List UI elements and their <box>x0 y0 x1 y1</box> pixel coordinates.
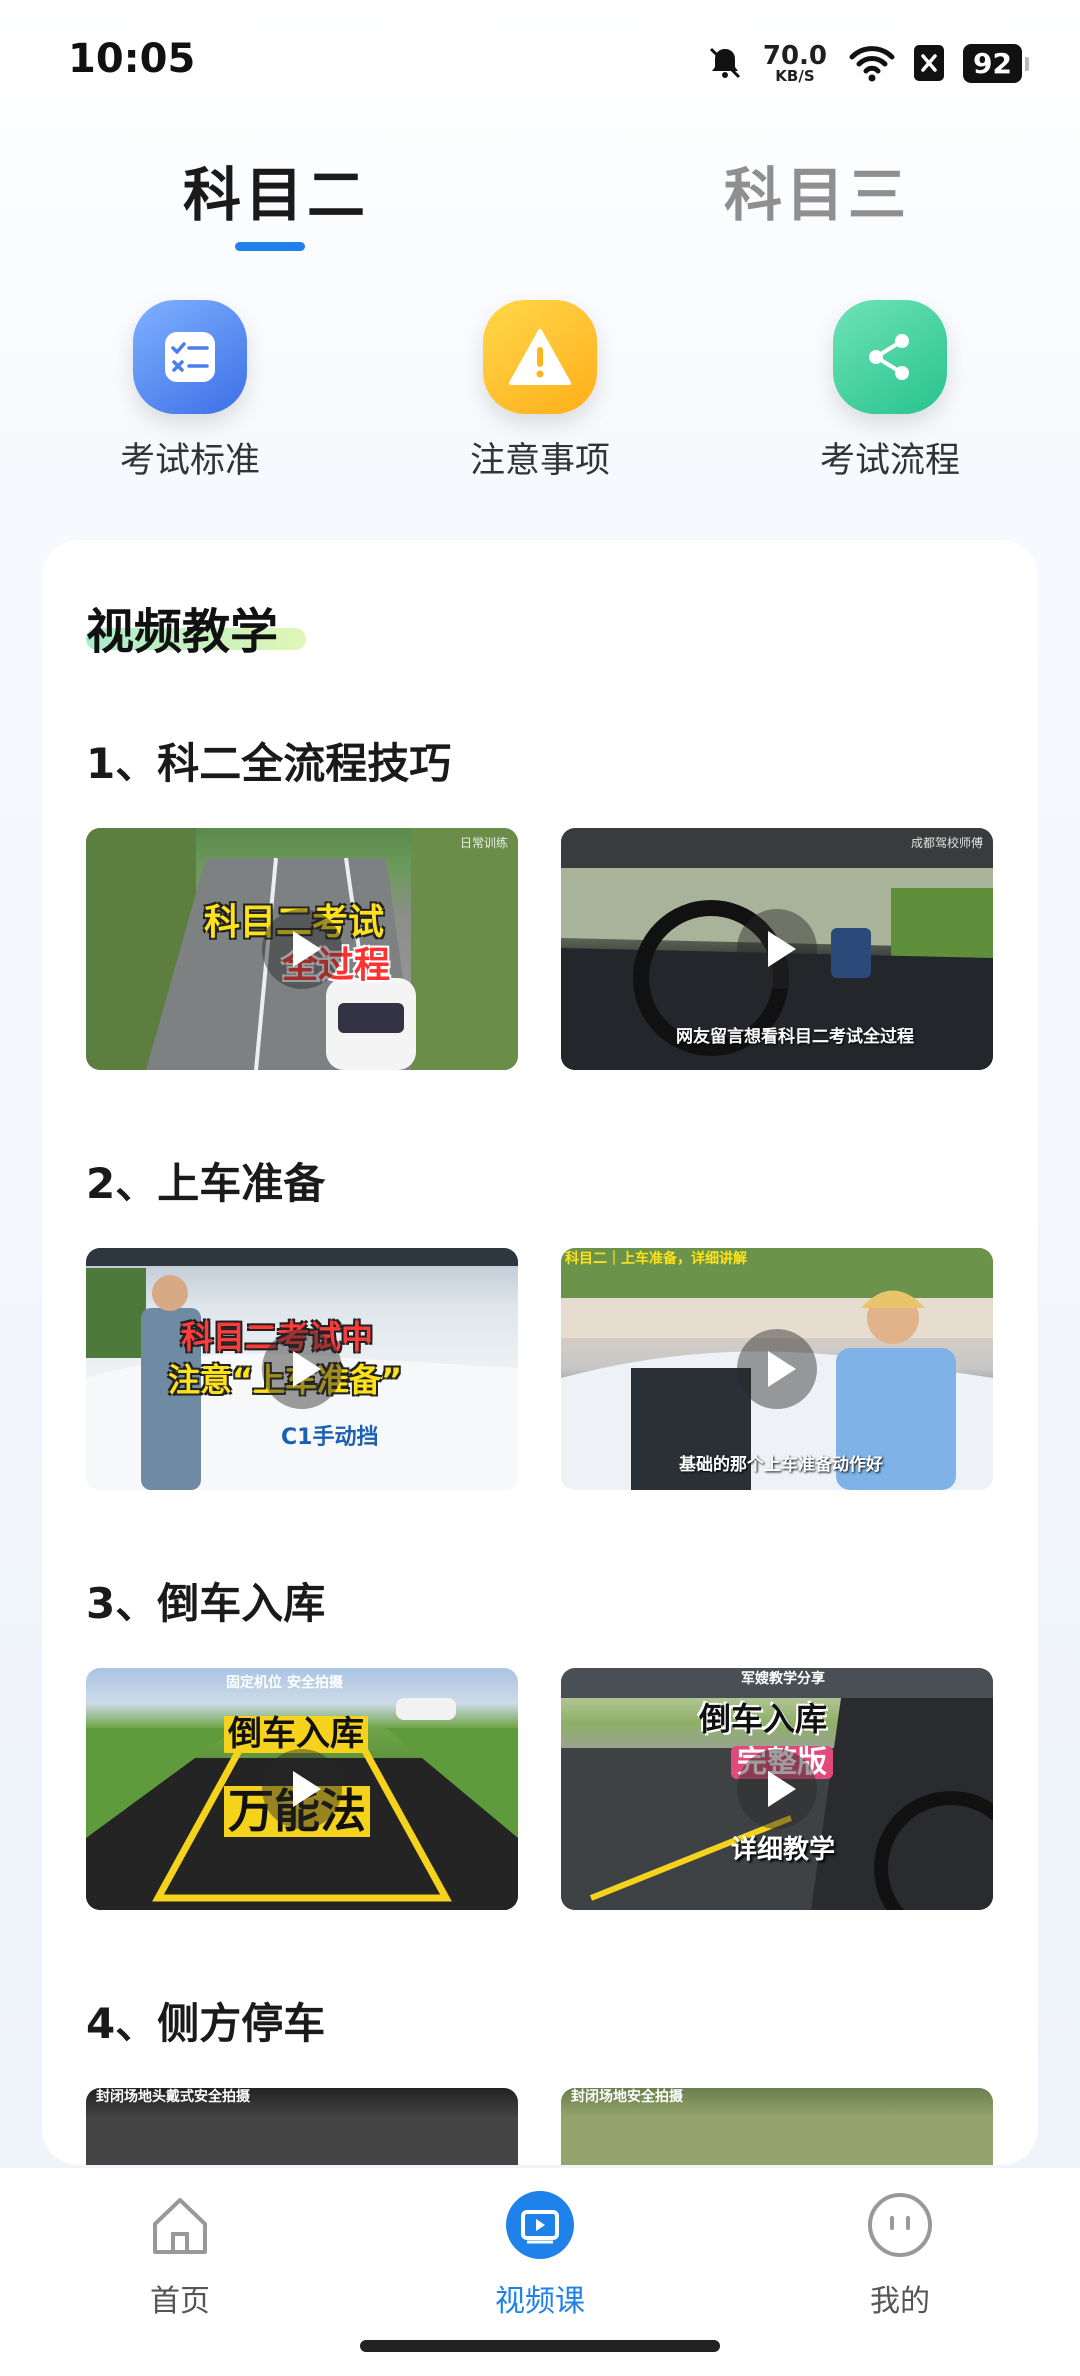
video-thumbnail[interactable]: 科目二｜上车准备，详细讲解 基础的那个上车准备动作好 <box>561 1248 993 1490</box>
profile-face-icon <box>868 2193 932 2257</box>
wifi-icon <box>849 46 895 82</box>
checklist-icon <box>133 300 247 414</box>
video-caption: 科目二｜上车准备，详细讲解 <box>565 1251 747 1267</box>
nav-home[interactable]: 首页 <box>80 2190 280 2320</box>
app-screen: 10:05 70.0 KB/S 92 科目二 科目三 考试标准 注意事项 考试流… <box>0 0 1080 2376</box>
status-bar: 10:05 70.0 KB/S 92 <box>0 0 1080 120</box>
play-icon <box>737 909 817 989</box>
video-caption: C1手动挡 <box>281 1425 379 1450</box>
warning-icon <box>483 300 597 414</box>
quick-action-exam-process[interactable]: 考试流程 <box>775 300 1005 483</box>
video-section: 1、科二全流程技巧 日常训练 科目二考试 全过程 成都驾校师傅 网友留言想看科目… <box>86 730 996 1070</box>
tab-subject-three[interactable]: 科目三 <box>724 148 910 232</box>
quick-action-label: 考试流程 <box>819 441 960 481</box>
video-tag: 日常训练 <box>459 836 508 850</box>
play-icon <box>737 1329 817 1409</box>
video-thumbnail[interactable]: 军嫂教学分享 倒车入库 完整版 详细教学 <box>561 1668 993 1910</box>
section-title: 1、科二全流程技巧 <box>86 739 452 788</box>
video-subtitle: 网友留言想看科目二考试全过程 <box>676 1027 914 1047</box>
battery-indicator: 92 <box>963 43 1029 83</box>
nav-label: 首页 <box>150 2284 210 2319</box>
play-icon <box>262 1329 342 1409</box>
card-title: 视频教学 <box>86 604 279 660</box>
home-indicator[interactable] <box>360 2340 720 2352</box>
status-icons: 70.0 KB/S 92 <box>705 38 1029 88</box>
status-time: 10:05 <box>68 36 196 82</box>
section-title: 2、上车准备 <box>86 1159 326 1208</box>
home-icon <box>153 2198 207 2254</box>
tab-subject-two[interactable]: 科目二 <box>183 148 369 232</box>
bell-muted-icon <box>709 47 740 79</box>
nav-label: 视频课 <box>495 2284 585 2319</box>
video-row: 封闭场地头戴式安全拍摄 封闭场地安全拍摄 <box>86 2088 996 2165</box>
video-thumbnail[interactable]: 科目二考试中 注意“上车准备” C1手动挡 <box>86 1248 518 1490</box>
nav-me[interactable]: 我的 <box>800 2190 1000 2320</box>
section-title: 4、侧方停车 <box>86 1999 326 2048</box>
network-speed-value: 70.0 <box>762 40 828 71</box>
video-row: 科目二考试中 注意“上车准备” C1手动挡 科目二｜上车准备，详细讲解 基础的那… <box>86 1248 996 1490</box>
nav-video-course[interactable]: 视频课 <box>440 2190 640 2320</box>
video-caption: 倒车入库 <box>699 1700 828 1738</box>
section-title: 3、倒车入库 <box>86 1579 326 1628</box>
video-section: 3、倒车入库 固定机位 安全拍摄 倒车入库 万能法 军嫂教学分享 倒车入库 完整… <box>86 1570 996 1910</box>
video-lessons-card: 视频教学 1、科二全流程技巧 日常训练 科目二考试 全过程 成都驾校师傅 网友留… <box>42 540 1038 2165</box>
active-tab-indicator <box>235 242 305 251</box>
video-section: 2、上车准备 科目二考试中 注意“上车准备” C1手动挡 科目二｜上车准备，详细… <box>86 1150 996 1490</box>
video-caption: 封闭场地头戴式安全拍摄 <box>96 2089 250 2105</box>
video-row: 日常训练 科目二考试 全过程 成都驾校师傅 网友留言想看科目二考试全过程 <box>86 828 996 1070</box>
network-speed-unit: KB/S <box>775 66 815 85</box>
share-flow-icon <box>833 300 947 414</box>
subject-tabs: 科目二 科目三 <box>0 130 1080 260</box>
play-icon <box>262 1749 342 1829</box>
video-caption: 军嫂教学分享 <box>741 1671 825 1687</box>
sim-disabled-icon <box>914 45 945 81</box>
quick-action-label: 注意事项 <box>469 441 610 481</box>
video-tag: 成都驾校师傅 <box>910 836 983 850</box>
video-caption: 固定机位 安全拍摄 <box>226 1675 343 1691</box>
quick-action-exam-standard[interactable]: 考试标准 <box>75 300 305 483</box>
video-thumbnail[interactable]: 封闭场地安全拍摄 <box>561 2088 993 2165</box>
video-subtitle: 基础的那个上车准备动作好 <box>679 1455 883 1475</box>
video-thumbnail[interactable]: 固定机位 安全拍摄 倒车入库 万能法 <box>86 1668 518 1910</box>
quick-actions: 考试标准 注意事项 考试流程 <box>0 300 1080 490</box>
network-speed: 70.0 KB/S <box>763 43 827 84</box>
play-icon <box>262 909 342 989</box>
nav-label: 我的 <box>870 2284 930 2319</box>
quick-action-notes[interactable]: 注意事项 <box>425 300 655 483</box>
video-caption: 详细教学 <box>731 1835 836 1865</box>
quick-action-label: 考试标准 <box>119 441 260 481</box>
video-thumbnail[interactable]: 封闭场地头戴式安全拍摄 <box>86 2088 518 2165</box>
play-icon <box>737 1749 817 1829</box>
video-caption: 倒车入库 <box>224 1715 368 1754</box>
video-course-icon <box>506 2191 574 2259</box>
video-thumbnail[interactable]: 成都驾校师傅 网友留言想看科目二考试全过程 <box>561 828 993 1070</box>
video-section: 4、侧方停车 封闭场地头戴式安全拍摄 封闭场地安全拍摄 <box>86 1990 996 2165</box>
video-thumbnail[interactable]: 日常训练 科目二考试 全过程 <box>86 828 518 1070</box>
video-row: 固定机位 安全拍摄 倒车入库 万能法 军嫂教学分享 倒车入库 完整版 详细教学 <box>86 1668 996 1910</box>
video-caption: 封闭场地安全拍摄 <box>571 2089 683 2105</box>
